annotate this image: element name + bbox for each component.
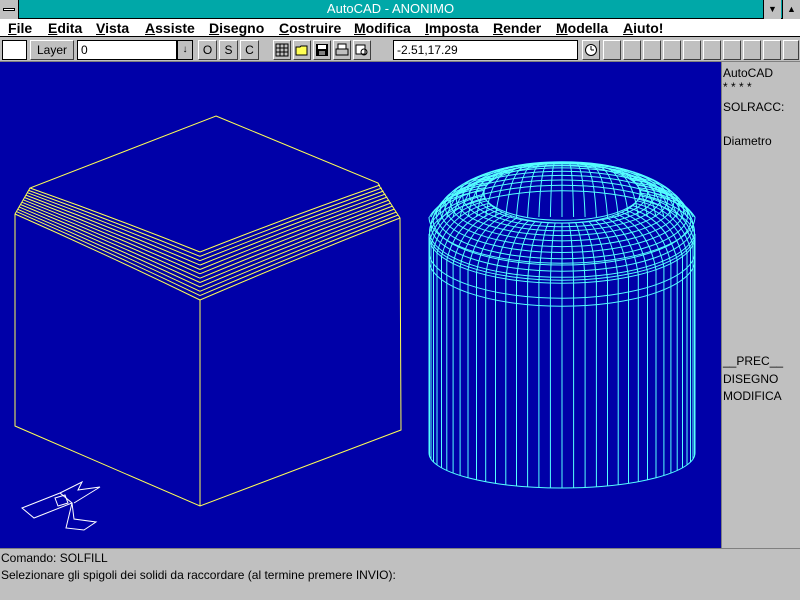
toolbar-slot-6[interactable] [703, 40, 721, 60]
command-history-line: Comando: SOLFILL [1, 551, 108, 565]
window-title: AutoCAD - ANONIMO [326, 1, 455, 16]
toolbar-slot-8[interactable] [743, 40, 761, 60]
open-folder-icon[interactable] [293, 40, 311, 60]
command-prompt-line: Selezionare gli spigoli dei solidi da ra… [1, 568, 396, 582]
screen-menu-modifica[interactable]: MODIFICA [723, 389, 782, 403]
menu-disegno[interactable]: Disegno [209, 19, 264, 37]
cylinder-dome-meridian [549, 222, 556, 284]
menu-bar: File Edita Vista Assiste Disegno Costrui… [0, 19, 800, 37]
box-fillet-line [199, 190, 384, 262]
toolbar: Layer 0 ↓ O S C -2.51,17.29 [0, 38, 800, 62]
menu-assiste[interactable]: Assiste [145, 19, 195, 37]
menu-imposta[interactable]: Imposta [425, 19, 479, 37]
cylinder-dome-meridian [568, 222, 575, 284]
toolbar-slot-2[interactable] [623, 40, 641, 60]
filleted-box-wireframe [14, 115, 402, 507]
system-menu-button[interactable] [0, 0, 19, 19]
command-area[interactable]: Comando: SOLFILL Selezionare gli spigoli… [0, 548, 800, 600]
ucs-icon [21, 480, 101, 531]
coordinates-display: -2.51,17.29 [393, 40, 578, 60]
toolbar-slot-7[interactable] [723, 40, 741, 60]
print-icon[interactable] [333, 40, 351, 60]
box-outline [14, 115, 402, 507]
box-fillet-line [199, 196, 388, 270]
box-fillet-line [199, 214, 399, 297]
minimize-button[interactable]: ▼ [763, 0, 781, 19]
box-fillet-line [199, 193, 386, 266]
box-fillet-line [18, 206, 201, 288]
preview-icon[interactable] [353, 40, 371, 60]
layer-select[interactable]: 0 [77, 40, 177, 60]
box-fillet-line [20, 204, 201, 283]
current-color-box[interactable] [2, 40, 27, 60]
box-fillet-line [199, 187, 382, 257]
screen-menu-prec[interactable]: __PREC__ [723, 354, 783, 368]
toolbar-slot-5[interactable] [683, 40, 701, 60]
filleted-cylinder-wireframe [428, 161, 696, 489]
box-fillet-line [199, 211, 397, 292]
screen-menu-autocad[interactable]: AutoCAD [723, 66, 773, 80]
drawing-svg [14, 115, 696, 531]
box-fillet-line [199, 199, 390, 275]
maximize-button[interactable]: ▲ [782, 0, 800, 19]
menu-render[interactable]: Render [493, 19, 541, 37]
menu-costruire[interactable]: Costruire [279, 19, 341, 37]
menu-modella[interactable]: Modella [556, 19, 608, 37]
menu-edita[interactable]: Edita [48, 19, 82, 37]
box-fillet-line [199, 208, 395, 288]
toolbar-slot-3[interactable] [643, 40, 661, 60]
menu-aiuto[interactable]: Aiuto! [623, 19, 663, 37]
screen-menu-disegno[interactable]: DISEGNO [723, 372, 778, 386]
toolbar-slot-10[interactable] [783, 40, 799, 60]
menu-vista[interactable]: Vista [96, 19, 129, 37]
menu-file[interactable]: File [8, 19, 32, 37]
box-fillet-line [27, 192, 201, 262]
ortho-button[interactable]: O [198, 40, 217, 60]
coords-button[interactable]: C [240, 40, 259, 60]
screen-menu-stars[interactable]: * * * * [723, 80, 752, 94]
screen-menu-solracc[interactable]: SOLRACC: [723, 100, 784, 114]
toolbar-slot-4[interactable] [663, 40, 681, 60]
drawing-area[interactable] [0, 62, 721, 548]
clock-icon[interactable] [582, 40, 600, 60]
layer-button[interactable]: Layer [30, 40, 74, 60]
layer-dropdown-icon[interactable]: ↓ [177, 40, 193, 60]
box-fillet-line [199, 205, 393, 283]
toolbar-slot-9[interactable] [763, 40, 781, 60]
grid-icon[interactable] [273, 40, 291, 60]
menu-modifica[interactable]: Modifica [354, 19, 411, 37]
screen-menu: AutoCAD * * * * SOLRACC: Diametro __PREC… [721, 62, 800, 548]
snap-button[interactable]: S [219, 40, 238, 60]
toolbar-slot-1[interactable] [603, 40, 621, 60]
box-fillet-line [29, 187, 201, 253]
box-fillet-line [23, 199, 201, 275]
title-bar: AutoCAD - ANONIMO ▼ ▲ [0, 0, 800, 19]
box-fillet-line [28, 189, 201, 257]
box-fillet-line [21, 201, 201, 279]
system-menu-icon [3, 8, 15, 11]
box-fillet-line [17, 208, 201, 292]
screen-menu-diametro[interactable]: Diametro [723, 134, 772, 148]
save-icon[interactable] [313, 40, 331, 60]
